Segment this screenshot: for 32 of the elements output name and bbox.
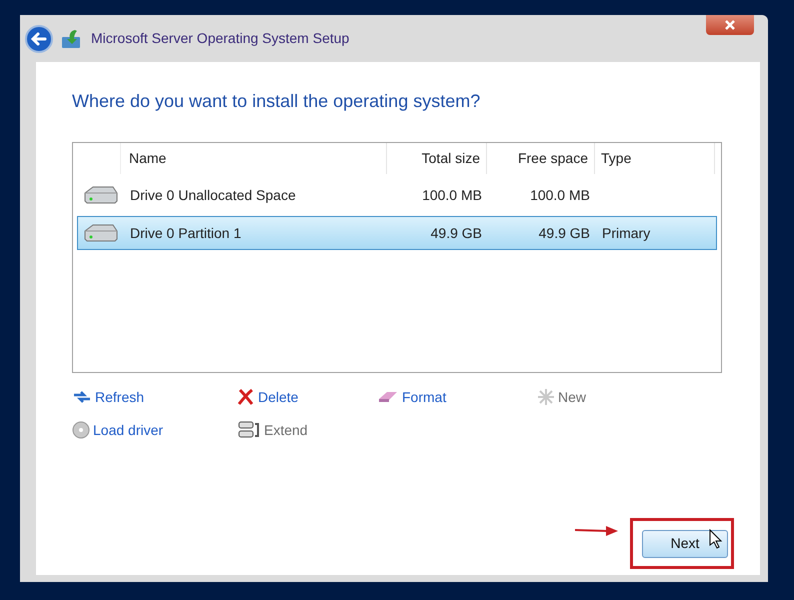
table-cell-text: Drive 0 Partition 1	[130, 224, 242, 242]
table-cell-text: Primary	[602, 224, 650, 243]
column-header[interactable]: Free space	[518, 148, 588, 169]
table-cell-text: 49.9 GB	[538, 224, 590, 242]
sparkle-icon	[537, 388, 555, 406]
column-header[interactable]: Name	[129, 148, 166, 169]
action-link[interactable]: Load driver	[93, 420, 164, 440]
disc-icon	[72, 421, 90, 439]
cursor-icon	[709, 529, 723, 549]
partition-row[interactable]: Drive 0 Partition 1 49.9 GB 49.9 GB Primary	[77, 216, 717, 250]
table-cell-text: 49.9 GB	[430, 224, 482, 242]
delete-icon	[237, 388, 255, 406]
action-link[interactable]: Format	[402, 386, 446, 408]
table-cell-text: 100.0 MB	[530, 186, 590, 204]
eraser-icon	[377, 389, 399, 405]
next-button[interactable]: Next	[642, 530, 728, 558]
window-title: Microsoft Server Operating System Setup	[91, 29, 350, 48]
table-cell-text: Drive 0 Unallocated Space	[130, 186, 296, 205]
column-header[interactable]: Type	[601, 148, 632, 169]
arrow-icon	[575, 525, 619, 537]
page-heading: Where do you want to install the operating system?	[72, 90, 482, 113]
close-icon	[724, 20, 736, 30]
refresh-icon	[72, 389, 92, 405]
extend-drive-icon	[237, 420, 261, 440]
setup-icon	[61, 28, 83, 48]
column-header[interactable]: Total size	[422, 148, 480, 169]
partition-row[interactable]: Drive 0 Unallocated Space 100.0 MB 100.0 MB	[77, 178, 717, 212]
action-link[interactable]: Refresh	[95, 386, 144, 408]
back-icon[interactable]	[25, 24, 53, 52]
action-link[interactable]: Delete	[258, 386, 298, 408]
table-cell-text: 100.0 MB	[422, 186, 482, 204]
close-button[interactable]	[706, 15, 754, 35]
